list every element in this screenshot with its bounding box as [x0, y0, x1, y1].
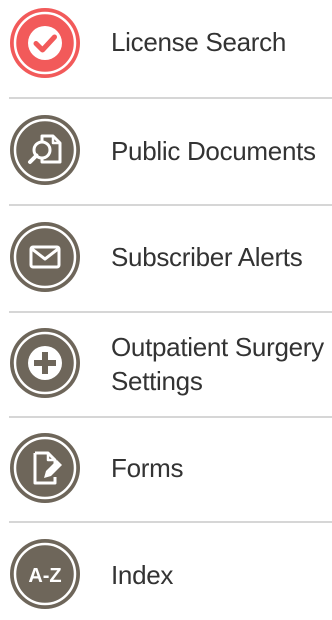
- nav-item-subscriber-alerts[interactable]: Subscriber Alerts: [0, 206, 332, 310]
- nav-item-outpatient-surgery-settings[interactable]: Outpatient Surgery Settings: [0, 313, 332, 415]
- nav-item-label: License Search: [111, 27, 287, 57]
- envelope-icon: [9, 221, 81, 293]
- nav-item-label: Index: [111, 560, 174, 590]
- nav-item-forms[interactable]: Forms: [0, 418, 332, 520]
- nav-item-label: Public Documents: [111, 136, 316, 166]
- nav-item-label-line2: Settings: [111, 366, 203, 396]
- svg-text:A-Z: A-Z: [28, 565, 61, 587]
- nav-item-label: Subscriber Alerts: [111, 242, 303, 272]
- document-search-icon: [9, 114, 81, 186]
- a-z-icon: A-Z: [9, 538, 81, 610]
- nav-list: License Search Public Documents Subscrib…: [0, 0, 332, 620]
- nav-item-license-search[interactable]: License Search: [0, 0, 332, 92]
- nav-item-index[interactable]: A-Z Index: [0, 523, 332, 620]
- checkmark-icon: [9, 7, 81, 79]
- nav-item-label-line1: Outpatient Surgery: [111, 332, 324, 362]
- nav-item-label: Forms: [111, 453, 184, 483]
- plus-icon: [9, 327, 81, 399]
- nav-item-public-documents[interactable]: Public Documents: [0, 99, 332, 203]
- form-pencil-icon: [9, 432, 81, 504]
